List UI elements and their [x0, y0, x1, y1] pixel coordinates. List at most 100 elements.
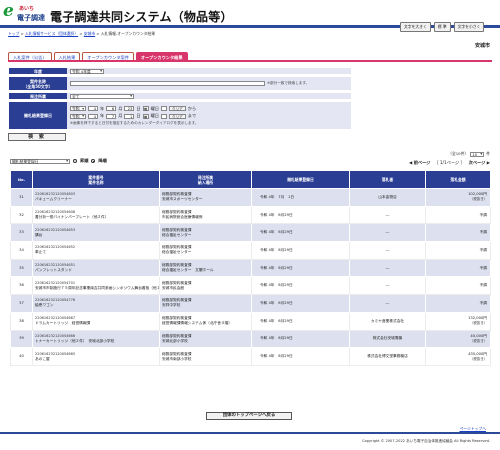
- date-from-row: 令和 4年 6月 23日 ▦ 曜日 クリア から: [70, 106, 196, 112]
- table-row[interactable]: 36 220616232120054701 安城市市制施行７５周年記念事業南吉共同参…: [10, 276, 491, 296]
- table-row[interactable]: 39 220616232120054666 トナーカートリッジ（他２件） 安城北部小…: [10, 329, 491, 349]
- header-price: 落札金額: [425, 170, 491, 189]
- cell-winner: 株式会社博文堂事務機店: [349, 347, 426, 366]
- results-table: No. 案件番号 案件名称 発注所属 納入場所 開札結果登録日 落札者 落札金額 3…: [10, 170, 491, 366]
- table-row[interactable]: 31 220616232120054603 パキュームクリーナー 総務部契約検査課 安城…: [10, 188, 491, 207]
- cell-date: 令和 4年 6月29日: [251, 258, 350, 278]
- date-to-month-input[interactable]: 7: [106, 113, 117, 119]
- header-no: No.: [10, 170, 33, 189]
- cell-item: 220616232120054667 ドラムカートリッジ 経営情報課: [32, 311, 160, 331]
- cell-item: 220616232120054608 書分析一般バイナンバープレート（他２件）: [32, 205, 160, 225]
- cell-dept: 総務部契約検査課 市民病院総合医療情報係: [159, 205, 252, 225]
- delivery-place: 安城北部小学校: [162, 338, 188, 343]
- item-name-link[interactable]: あのこ屋: [35, 357, 157, 362]
- item-name-input[interactable]: [70, 81, 265, 86]
- cell-dept: 総務部契約検査課 安祥中学校: [159, 294, 252, 313]
- cell-winner: ―: [349, 294, 426, 313]
- cell-date: 令和 4年 6月29日: [251, 329, 350, 349]
- breadcrumb-org-select[interactable]: 入札情報サービス（団体選択）: [25, 31, 78, 36]
- table-row[interactable]: 37 220616232120054776 絵巻ワゴン 総務部契約検査課 安祥中学校 令和…: [10, 294, 491, 313]
- date-to-era-select[interactable]: 令和: [70, 113, 86, 119]
- logo-bottom-text: 電子調達: [17, 14, 45, 22]
- cell-date: 令和 4年 6月29日: [251, 294, 350, 313]
- cell-price: 不調: [425, 294, 491, 313]
- date-from-month-input[interactable]: 6: [106, 106, 117, 111]
- table-row[interactable]: 32 220616232120054608 書分析一般バイナンバープレート（他２件）…: [10, 205, 491, 225]
- date-from-weekday: [161, 106, 167, 111]
- cell-date: 令和 4年 6月29日: [251, 223, 350, 243]
- date-from-day-input[interactable]: 23: [124, 106, 135, 111]
- copyright: Copyright © 2007-2022 あいち電子自治体推進協議会 All …: [362, 439, 490, 443]
- cell-date: 令和 4年 6月29日: [251, 205, 350, 225]
- sort-field-select[interactable]: 開札結果登録日: [10, 158, 70, 164]
- price-tax-note: （税抜き）: [470, 356, 487, 361]
- cell-date: 令和 4年 6月29日: [251, 347, 350, 366]
- delivery-place: 安城市スポーツセンター: [162, 197, 203, 202]
- item-name-link[interactable]: 車止て: [35, 250, 157, 255]
- date-from-year-input[interactable]: 4: [88, 106, 98, 111]
- sort-desc-radio[interactable]: [91, 159, 96, 163]
- price-tax-note: （税抜き）: [470, 338, 487, 343]
- item-name-label: 案件名称 （全角50文字）: [9, 77, 67, 91]
- cell-no: 40: [10, 347, 33, 366]
- date-from-era-select[interactable]: 令和: [70, 106, 86, 111]
- date-label: 開札結果登録日: [9, 102, 67, 130]
- cell-dept: 総務部契約検査課 総合福祉センター: [159, 241, 252, 260]
- cell-winner: ―: [349, 276, 426, 296]
- breadcrumb-top[interactable]: トップ: [8, 31, 19, 36]
- font-standard-button[interactable]: 標 準: [433, 22, 451, 32]
- item-name-link[interactable]: 書分析一般バイナンバープレート（他２件）: [35, 215, 157, 220]
- sort-asc-radio[interactable]: [73, 159, 77, 163]
- sort-bar: 開札結果登録日 昇順 降順: [10, 158, 107, 164]
- breadcrumb-city[interactable]: 安城市: [84, 31, 95, 36]
- calendar-icon[interactable]: ▦: [142, 106, 149, 111]
- cell-date: 令和 4年 6月29日: [251, 311, 350, 331]
- item-name-link[interactable]: ドラムカートリッジ 経営情報課: [35, 321, 157, 326]
- year-select[interactable]: 令和 4年度: [70, 68, 104, 74]
- sort-desc-label: 降順: [98, 158, 107, 163]
- item-name-link[interactable]: トナーカートリッジ（他２件） 安城北部小学校: [35, 339, 157, 344]
- item-name-note: ※部分一致で検索します。: [267, 81, 310, 85]
- cell-winner: ―: [349, 205, 426, 225]
- cell-price: 不調: [425, 223, 491, 243]
- page-size-select[interactable]: 10: [470, 151, 485, 157]
- item-name-link[interactable]: 安城市市制施行７５周年記念事業南吉共同参画シンポジウム舞台看板（他１件）: [35, 286, 159, 291]
- font-smaller-button[interactable]: 文字を小さく: [453, 22, 485, 32]
- tab-underline: [8, 60, 492, 62]
- font-larger-button[interactable]: 文字を大きく: [400, 22, 431, 32]
- cell-winner: 山本金物店: [349, 188, 426, 207]
- delivery-place: 総合福祉センター 文閣ホール: [162, 268, 214, 273]
- prev-page-link[interactable]: ◀ 前ページ: [409, 160, 430, 166]
- site-logo[interactable]: e あいち 電子調達: [3, 1, 47, 25]
- dept-select[interactable]: 全て: [70, 93, 134, 99]
- month-unit: 月: [118, 113, 123, 118]
- next-page-link[interactable]: 次ページ ▶: [469, 160, 490, 166]
- date-from-clear-button[interactable]: クリア: [169, 106, 186, 111]
- back-to-org-top-button[interactable]: 団体のトップページへ戻る: [206, 412, 292, 420]
- table-row[interactable]: 40 220616232120054665 あのこ屋 総務部契約検査課 安城市南部小学校…: [10, 347, 491, 366]
- table-row[interactable]: 33 220616232120054653 講台 総務部契約検査課 総合福祉センター 令和…: [10, 223, 491, 243]
- table-row[interactable]: 38 220616232120054667 ドラムカートリッジ 経営情報課 総務部契約…: [10, 311, 491, 331]
- cell-date: 令和 4年 7月 1日: [251, 188, 350, 207]
- date-to-clear-button[interactable]: クリア: [169, 113, 186, 119]
- logo-mark: e: [3, 1, 14, 21]
- month-unit: 月: [118, 105, 123, 111]
- cell-winner: カミヤ産業株式会社: [349, 311, 426, 331]
- date-to-year-input[interactable]: 4: [88, 113, 98, 119]
- item-name-link[interactable]: 絵巻ワゴン: [35, 303, 157, 308]
- delivery-place: 安城市南部小学校: [162, 356, 192, 361]
- price-value: 不調: [479, 247, 487, 252]
- header-item: 案件番号 案件名称: [32, 170, 160, 189]
- table-row[interactable]: 35 220616232120054651 パンフレットスタンド 総務部契約検査課 総合…: [10, 258, 491, 278]
- calendar-icon[interactable]: ▦: [142, 113, 149, 119]
- cell-no: 36: [10, 276, 33, 296]
- item-name-label-sub: （全角50文字）: [23, 83, 53, 89]
- day-unit: 日: [136, 105, 141, 111]
- date-to-day-input[interactable]: 1: [124, 113, 135, 119]
- item-name-link[interactable]: パンフレットスタンド: [35, 268, 157, 273]
- table-row[interactable]: 34 220616232120054652 車止て 総務部契約検査課 総合福祉センター令…: [10, 241, 491, 260]
- item-name-link[interactable]: パキュームクリーナー: [35, 197, 157, 202]
- cell-price: 不調: [425, 205, 491, 225]
- search-button[interactable]: 検 索: [8, 133, 66, 141]
- item-name-link[interactable]: 講台: [35, 233, 157, 238]
